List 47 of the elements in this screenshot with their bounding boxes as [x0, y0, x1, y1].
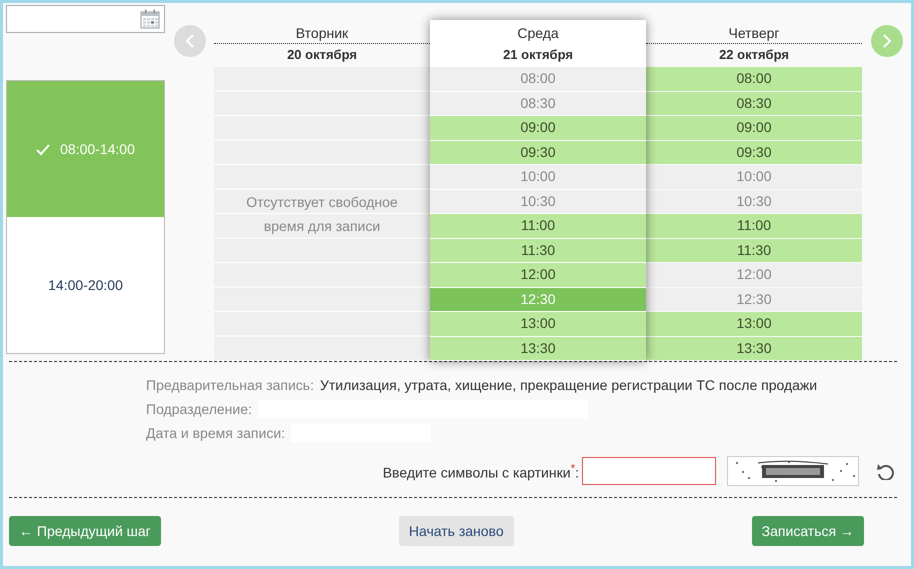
date-heading: 21 октября [502, 46, 574, 64]
time-slot: 10:00 [430, 165, 646, 188]
time-slot[interactable]: 12:00 [430, 263, 646, 286]
check-icon [36, 142, 50, 156]
time-slot[interactable]: 13:30 [646, 336, 862, 360]
time-slot[interactable]: 11:30 [646, 238, 862, 262]
shift-option[interactable]: 14:00-20:00 [7, 217, 164, 353]
time-slot[interactable]: 11:00 [646, 214, 862, 238]
time-slot[interactable]: 09:30 [646, 140, 862, 164]
time-slot: 10:30 [430, 190, 646, 213]
summary-label: Дата и время записи: [146, 425, 286, 441]
weekday-heading: Четверг [646, 20, 862, 44]
time-slot[interactable]: 09:00 [430, 116, 646, 140]
calendar-icon [140, 9, 160, 29]
previous-arrow-button[interactable] [174, 25, 206, 57]
submit-button[interactable]: Записаться → [752, 516, 864, 546]
previous-step-button[interactable]: ← Предыдущий шаг [9, 516, 161, 546]
time-slot[interactable]: 13:00 [430, 312, 646, 336]
time-slot: 10:30 [646, 190, 862, 213]
time-slot: 10:00 [646, 165, 862, 188]
next-arrow-button[interactable] [871, 25, 903, 57]
time-slot: 12:00 [646, 263, 862, 286]
captcha-input[interactable] [582, 457, 716, 485]
start-over-button[interactable]: Начать заново [398, 516, 514, 546]
time-slot: 12:30 [646, 288, 862, 311]
chevron-icon [883, 34, 891, 48]
time-slot[interactable]: 09:00 [646, 116, 862, 140]
chevron-icon [186, 34, 194, 48]
time-slot: 08:30 [430, 92, 646, 115]
summary-label: Предварительная запись: [146, 377, 314, 393]
time-slot[interactable]: 13:00 [646, 312, 862, 336]
summary-value: Утилизация, утрата, хищение, прекращение регистрации ТС после продажи [320, 377, 818, 393]
time-slot[interactable]: 09:30 [430, 140, 646, 164]
captcha-label: Введите символы с картинки$^{*}$: [382, 462, 579, 480]
time-slot: 08:00 [430, 67, 646, 90]
time-slot[interactable]: 13:30 [430, 336, 646, 360]
no-slots-message: Отсутствует свободное время для записи [245, 193, 399, 236]
date-heading: 20 октября [286, 46, 358, 64]
time-slot[interactable]: 08:30 [646, 92, 862, 115]
date-heading: 22 октября [718, 46, 790, 64]
weekday-heading: Среда [516, 24, 560, 43]
refresh-icon[interactable] [876, 462, 894, 480]
time-slot[interactable]: 11:30 [430, 238, 646, 262]
time-slot[interactable]: 11:00 [430, 214, 646, 238]
summary-label: Подразделение: [146, 401, 252, 417]
time-slot[interactable]: 08:00 [646, 67, 862, 90]
date-field[interactable] [6, 5, 165, 33]
